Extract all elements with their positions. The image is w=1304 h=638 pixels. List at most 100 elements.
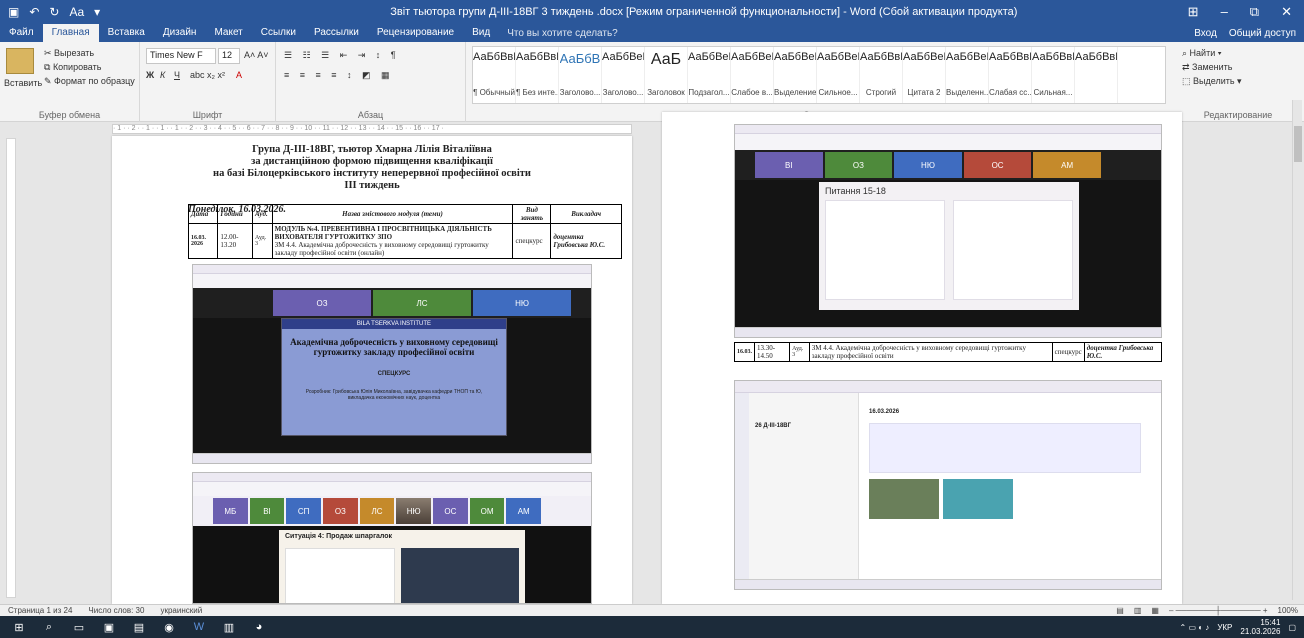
style-item[interactable]: АаБбВвГг, bbox=[1075, 47, 1118, 103]
windows-start-icon[interactable]: ⊞ bbox=[8, 619, 30, 635]
ribbon-tabs: Файл Главная Вставка Дизайн Макет Ссылки Рассы… bbox=[0, 24, 1304, 42]
customize-qa-icon[interactable]: ▾ bbox=[94, 5, 100, 19]
tab-2[interactable]: Вставка bbox=[99, 24, 154, 42]
clock[interactable]: 15:41 21.03.2026 bbox=[1240, 618, 1280, 636]
style-item[interactable]: АаБбВвГг,¶ Без инте... bbox=[516, 47, 559, 103]
format-painter-button[interactable]: ✎ Формат по образцу bbox=[44, 76, 135, 87]
participant-tile: СП bbox=[286, 498, 322, 524]
participant-tile: ВІ bbox=[249, 498, 285, 524]
participant-tile: ОЗ bbox=[824, 152, 893, 178]
tab-7[interactable]: Рецензирование bbox=[368, 24, 463, 42]
close-button[interactable]: ✕ bbox=[1281, 4, 1292, 20]
chrome-icon[interactable]: ◕ bbox=[248, 619, 270, 635]
tray-icons[interactable]: ⌃ ▭ ◐ ♪ bbox=[1180, 623, 1210, 632]
quiz-title: Питання 15-18 bbox=[825, 186, 886, 196]
col-hours: Години bbox=[217, 204, 253, 224]
participant-tile: ОМ bbox=[469, 498, 505, 524]
zoom-slider[interactable]: – ───────┼─────── + bbox=[1169, 606, 1268, 615]
tab-0[interactable]: Файл bbox=[0, 24, 43, 42]
title-bar: ▣ ↶ ↻ Aa ▾ Звіт тьютора групи Д-ІІІ-18ВГ… bbox=[0, 0, 1304, 24]
app2-icon[interactable]: ▥ bbox=[218, 619, 240, 635]
styles-gallery[interactable]: АаБбВвГг,¶ ОбычныйАаБбВвГг,¶ Без инте...… bbox=[472, 46, 1166, 104]
read-mode-icon[interactable]: ▤ bbox=[1116, 606, 1124, 615]
task-view-icon[interactable]: ▭ bbox=[68, 619, 90, 635]
share-button[interactable]: Общий доступ bbox=[1229, 28, 1296, 39]
clipboard-label: Буфер обмена bbox=[38, 110, 101, 120]
style-item[interactable]: АаБбВеГ Подзагол... bbox=[688, 47, 731, 103]
tab-5[interactable]: Ссылки bbox=[252, 24, 305, 42]
tab-8[interactable]: Вид bbox=[463, 24, 499, 42]
word-icon[interactable]: W bbox=[188, 619, 210, 635]
web-layout-icon[interactable]: ▦ bbox=[1151, 606, 1159, 615]
style-item[interactable]: АаБ Заголовок bbox=[645, 47, 688, 103]
vertical-scrollbar[interactable] bbox=[1292, 100, 1302, 600]
word-count[interactable]: Число слов: 30 bbox=[88, 606, 144, 615]
participant-tile: АМ bbox=[506, 498, 542, 524]
app-icon[interactable]: ◉ bbox=[158, 619, 180, 635]
maximize-button[interactable]: ⧉ bbox=[1250, 4, 1259, 20]
undo-icon[interactable]: ↶ bbox=[29, 5, 39, 19]
copy-button[interactable]: ⧉ Копировать bbox=[44, 62, 101, 73]
tell-me-search[interactable]: Что вы хотите сделать? bbox=[507, 28, 618, 39]
style-item[interactable]: АаБбВ Заголово... bbox=[559, 47, 602, 103]
paste-icon[interactable] bbox=[6, 48, 34, 74]
editing-label: Редактирование bbox=[1203, 110, 1273, 120]
slide-title: Академічна доброчесність у виховному сер… bbox=[290, 337, 498, 357]
cell-topic-2: ЗМ 4.4. Академічна доброчесність у вихов… bbox=[808, 342, 1053, 362]
slide-subtitle: СПЕЦКУРС bbox=[377, 371, 411, 377]
font-name-select[interactable]: Times New F bbox=[146, 48, 216, 64]
tray-lang[interactable]: УКР bbox=[1217, 623, 1232, 632]
redo-icon[interactable]: ↻ bbox=[49, 5, 59, 19]
page-count[interactable]: Страница 1 из 24 bbox=[8, 606, 72, 615]
underline-button[interactable]: Ч bbox=[174, 70, 180, 80]
participant-tile: ЛС bbox=[373, 290, 471, 316]
ribbon-display-icon[interactable]: ⊞ bbox=[1188, 4, 1199, 20]
find-button[interactable]: ⌕ Найти ▾ bbox=[1182, 48, 1222, 59]
style-item[interactable]: АаБбВвГг,Сильная... bbox=[1032, 47, 1075, 103]
grow-font-icon[interactable]: A˄ A˅ bbox=[244, 50, 269, 60]
font-label: Шрифт bbox=[192, 110, 223, 120]
style-item[interactable]: АаБбВеГгВыделение bbox=[774, 47, 817, 103]
store-icon[interactable]: ▤ bbox=[128, 619, 150, 635]
notifications-icon[interactable]: ▢ bbox=[1288, 623, 1296, 632]
style-item[interactable]: АаБбВвГг,¶ Обычный bbox=[473, 47, 516, 103]
search-icon[interactable]: ⌕ bbox=[38, 619, 60, 635]
page-right[interactable]: ВІ ОЗ НЮ ОС АМ Питання 15-18 16.03. 13.30-14… bbox=[662, 112, 1182, 604]
style-item[interactable]: АаБбВеГгСлабое в... bbox=[731, 47, 774, 103]
paragraph-label: Абзац bbox=[357, 110, 384, 120]
style-item[interactable]: АаБбВеГгЦитата 2 bbox=[903, 47, 946, 103]
tab-6[interactable]: Рассылки bbox=[305, 24, 368, 42]
font-aa-icon[interactable]: Aa bbox=[69, 5, 84, 19]
strike-icon[interactable]: abc x₂ x² bbox=[190, 70, 225, 80]
style-item[interactable]: АаБбВеГгСильное... bbox=[817, 47, 860, 103]
style-item[interactable]: АаБбВвГг,Строгий bbox=[860, 47, 903, 103]
cell-kind-2: спецкурс bbox=[1051, 342, 1085, 362]
tab-1[interactable]: Главная bbox=[42, 24, 99, 42]
explorer-icon[interactable]: ▣ bbox=[98, 619, 120, 635]
bold-button[interactable]: Ж bbox=[146, 70, 154, 80]
font-color-icon[interactable]: A bbox=[236, 70, 242, 80]
style-item[interactable]: АаБбВвГгСлабая сс... bbox=[989, 47, 1032, 103]
participant-tile: НЮ bbox=[894, 152, 962, 178]
style-item[interactable]: АаБбВеГ Заголово... bbox=[602, 47, 645, 103]
font-size-select[interactable]: 12 bbox=[218, 48, 240, 64]
list-icons[interactable]: ☰ ☷ ☰ ⇤ ⇥ ↕ ¶ bbox=[284, 50, 400, 61]
sign-in-link[interactable]: Вход bbox=[1194, 28, 1217, 39]
print-layout-icon[interactable]: ▥ bbox=[1134, 606, 1142, 615]
save-icon[interactable]: ▣ bbox=[8, 5, 19, 19]
select-button[interactable]: ⬚ Выделить ▾ bbox=[1182, 76, 1242, 87]
minimize-button[interactable]: – bbox=[1221, 4, 1228, 20]
case-title: Ситуація 4: Продаж шпаргалок bbox=[285, 533, 393, 540]
screenshot-teams: 26 Д-ІІІ-18ВГ 16.03.2026 bbox=[734, 380, 1162, 590]
style-item[interactable]: АаБбВеГгВыделенн... bbox=[946, 47, 989, 103]
language[interactable]: украинский bbox=[160, 606, 202, 615]
italic-button[interactable]: К bbox=[160, 70, 165, 80]
cut-button[interactable]: ✂ Вырезать bbox=[44, 48, 94, 59]
page-left[interactable]: Група Д-ІІІ-18ВГ, тьютор Хмарна Лілія Ві… bbox=[112, 136, 632, 604]
tab-4[interactable]: Макет bbox=[205, 24, 251, 42]
align-icons[interactable]: ≡ ≡ ≡ ≡ ↕ ◩ ▦ bbox=[284, 70, 394, 81]
zoom-level[interactable]: 100% bbox=[1278, 606, 1298, 615]
paste-button[interactable]: Вставить bbox=[4, 78, 42, 88]
replace-button[interactable]: ⇄ Заменить bbox=[1182, 62, 1233, 73]
tab-3[interactable]: Дизайн bbox=[154, 24, 206, 42]
